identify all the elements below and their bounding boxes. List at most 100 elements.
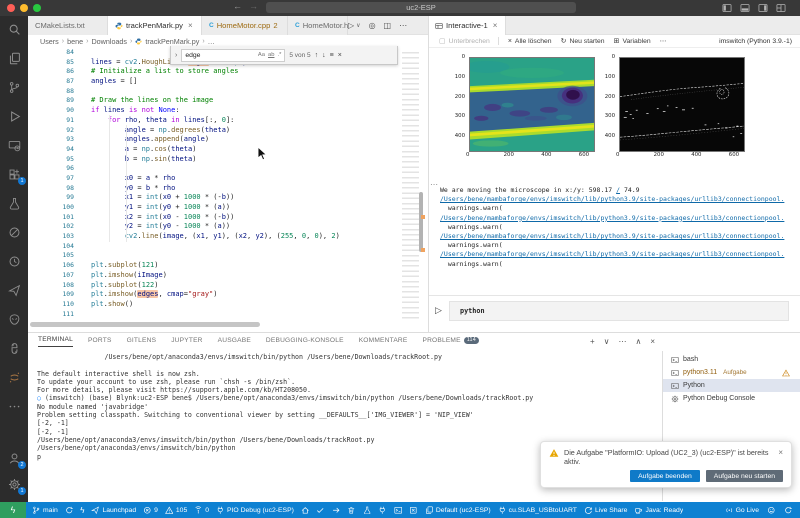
- regex-icon[interactable]: .*: [277, 52, 281, 58]
- activity-testing[interactable]: [6, 196, 22, 211]
- close-tab-icon[interactable]: ×: [493, 21, 498, 30]
- more-actions-icon[interactable]: ⋯: [399, 21, 407, 30]
- panel-tab-probleme[interactable]: PROBLEME114: [422, 336, 478, 347]
- activity-send[interactable]: [6, 283, 22, 298]
- status-pio-bolt[interactable]: ϟ: [80, 506, 84, 515]
- file-link[interactable]: /Users/bene/mambaforge/envs/imswitch/lib…: [440, 232, 784, 240]
- find-previous-icon[interactable]: ↑: [315, 52, 319, 59]
- activity-settings[interactable]: 1: [6, 477, 22, 492]
- minimize-window-button[interactable]: [20, 4, 28, 12]
- status-pio-terminal[interactable]: [394, 506, 403, 515]
- activity-python[interactable]: [6, 341, 22, 356]
- code-editor[interactable]: 8485lines = cv2.HoughLines(edges, 1, np.…: [28, 48, 400, 322]
- go-to-symbol-icon[interactable]: ◎: [369, 21, 376, 30]
- status-go-live[interactable]: Go Live: [725, 506, 759, 515]
- variables-button[interactable]: ⊞Variablen: [614, 37, 651, 45]
- file-link[interactable]: /Users/bene/mambaforge/envs/imswitch/lib…: [440, 214, 784, 222]
- activity-circle-slash[interactable]: [6, 225, 22, 240]
- status-pio-clean[interactable]: [347, 506, 356, 515]
- run-dropdown-icon[interactable]: ∨: [356, 22, 360, 29]
- activity-extensions[interactable]: 1: [6, 167, 22, 182]
- terminal-item-bash[interactable]: bash: [663, 353, 800, 366]
- aufgabe-neu-starten-button[interactable]: Aufgabe neu starten: [706, 470, 783, 482]
- status-launchpad[interactable]: Launchpad: [91, 506, 136, 515]
- interactive-input-box[interactable]: python: [449, 301, 789, 321]
- zoom-window-button[interactable]: [33, 4, 41, 12]
- close-panel-icon[interactable]: ×: [650, 337, 655, 346]
- panel-tab-terminal[interactable]: TERMINAL: [38, 336, 73, 347]
- cell-actions-icon[interactable]: ⋯: [430, 180, 439, 189]
- panel-tab-ausgabe[interactable]: AUSGABE: [218, 336, 251, 347]
- more-icon[interactable]: ⋯: [618, 337, 626, 346]
- activity-source-control[interactable]: [6, 80, 22, 95]
- breadcrumb-item[interactable]: bene: [67, 37, 83, 46]
- status-debug-config[interactable]: PIO Debug (uc2-ESP): [216, 506, 294, 515]
- status-git-branch[interactable]: main: [32, 506, 58, 515]
- terminal-item-python[interactable]: Python: [663, 379, 800, 392]
- tab-cmakelists-txt[interactable]: CMakeLists.txt: [28, 16, 108, 35]
- status-refresh[interactable]: [784, 506, 793, 515]
- close-find-icon[interactable]: ×: [338, 52, 342, 59]
- status-live-share[interactable]: Live Share: [584, 506, 628, 515]
- status-pio-upload[interactable]: [332, 506, 341, 515]
- activity-explorer[interactable]: [6, 51, 22, 66]
- clear-all-button[interactable]: ×Alle löschen: [508, 38, 552, 45]
- maximize-panel-icon[interactable]: ∧: [635, 337, 641, 346]
- minimap[interactable]: [400, 48, 425, 322]
- file-link[interactable]: /Users/bene/mambaforge/envs/imswitch/lib…: [440, 195, 784, 203]
- status-pio-build[interactable]: [316, 506, 325, 515]
- remote-indicator[interactable]: ϟ: [0, 502, 26, 518]
- whole-word-icon[interactable]: ab: [268, 52, 274, 58]
- status-pio-test[interactable]: [363, 506, 372, 515]
- status-warnings[interactable]: 105: [165, 506, 187, 515]
- panel-tab-kommentare[interactable]: KOMMENTARE: [359, 336, 408, 347]
- breadcrumb-item[interactable]: …: [208, 37, 215, 46]
- status-pio-serial-monitor[interactable]: [378, 506, 387, 515]
- terminal-picker-icon[interactable]: ∨: [604, 337, 610, 346]
- activity-more-views[interactable]: [6, 399, 22, 414]
- close-tab-icon[interactable]: ×: [188, 21, 193, 30]
- horizontal-scrollbar[interactable]: [30, 322, 260, 327]
- new-terminal-icon[interactable]: +: [590, 337, 595, 346]
- forward-icon[interactable]: →: [249, 1, 258, 11]
- status-pio-no-port[interactable]: [409, 506, 418, 515]
- restart-button[interactable]: ↻Neu starten: [561, 37, 605, 45]
- breadcrumb-item[interactable]: Downloads: [91, 37, 127, 46]
- status-feedback[interactable]: [767, 506, 776, 515]
- status-pio-home[interactable]: [301, 506, 310, 515]
- activity-remote-explorer[interactable]: [6, 138, 22, 153]
- minimap-slider[interactable]: [419, 192, 423, 252]
- tab-homemotor-h[interactable]: CHomeMotor.h: [288, 16, 348, 35]
- tab-homemotor-cpp[interactable]: CHomeMotor.cpp2: [202, 16, 288, 35]
- activity-accounts[interactable]: 2: [6, 451, 22, 466]
- kernel-picker[interactable]: imswitch (Python 3.9.-1): [716, 38, 792, 45]
- activity-timeline[interactable]: [6, 254, 22, 269]
- activity-platformio[interactable]: [6, 312, 22, 327]
- run-python-file-icon[interactable]: ▷: [348, 21, 354, 30]
- terminal-item-python-debug-console[interactable]: Python Debug Console: [663, 392, 800, 405]
- breadcrumb-item[interactable]: Users: [40, 37, 59, 46]
- run-cell-icon[interactable]: ▷: [435, 305, 442, 316]
- panel-tab-debugging-konsole[interactable]: DEBUGGING-KONSOLE: [266, 336, 344, 347]
- match-case-icon[interactable]: Aa: [258, 52, 265, 58]
- activity-run-and-debug[interactable]: [6, 109, 22, 124]
- status-ports[interactable]: 0: [194, 506, 209, 515]
- toggle-secondary-sidebar-icon[interactable]: [758, 3, 768, 13]
- status-java-status[interactable]: Java: Ready: [634, 506, 683, 515]
- split-editor-icon[interactable]: ◫: [384, 21, 392, 30]
- toggle-replace-icon[interactable]: ›: [175, 52, 177, 59]
- activity-search[interactable]: [6, 22, 22, 37]
- status-git-sync[interactable]: [65, 506, 74, 515]
- aufgabe-beenden-button[interactable]: Aufgabe beenden: [630, 470, 700, 482]
- find-input[interactable]: edge Aa ab .*: [181, 49, 285, 62]
- status-serial-port[interactable]: cu.SLAB_USBtoUART: [498, 506, 577, 515]
- close-window-button[interactable]: [7, 4, 15, 12]
- file-link[interactable]: /Users/bene/mambaforge/envs/imswitch/lib…: [440, 250, 784, 258]
- find-next-icon[interactable]: ↓: [322, 52, 326, 59]
- panel-tab-ports[interactable]: PORTS: [88, 336, 112, 347]
- customize-layout-icon[interactable]: [776, 3, 786, 13]
- panel-tab-gitlens[interactable]: GITLENS: [127, 336, 157, 347]
- close-notification-icon[interactable]: ×: [778, 448, 783, 466]
- tab-trackpenmark-py[interactable]: trackPenMark.py×: [108, 16, 202, 35]
- terminal-item-python3-11[interactable]: python3.11Aufgabe: [663, 366, 800, 379]
